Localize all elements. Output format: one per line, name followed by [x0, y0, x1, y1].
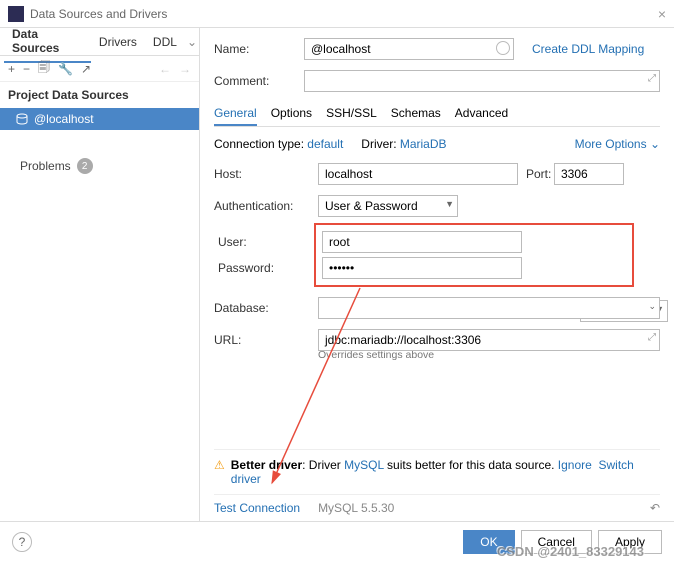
database-label: Database: [214, 301, 318, 315]
tab-drivers[interactable]: Drivers [91, 29, 145, 55]
problems-label: Problems [20, 159, 71, 173]
warning-banner: ⚠ Better driver: Driver MySQL suits bett… [214, 449, 660, 494]
password-input[interactable] [322, 257, 522, 279]
section-header: Project Data Sources [0, 82, 199, 108]
db-version: MySQL 5.5.30 [318, 501, 394, 515]
footer: ? OK Cancel Apply [0, 521, 674, 561]
user-label: User: [218, 235, 322, 249]
host-label: Host: [214, 167, 318, 181]
subtab-ssh[interactable]: SSH/SSL [326, 102, 377, 126]
window-title: Data Sources and Drivers [30, 7, 167, 21]
revert-icon[interactable]: ↶ [650, 501, 660, 515]
back-icon[interactable]: ← [159, 62, 171, 76]
apply-button[interactable]: Apply [598, 530, 662, 554]
test-connection-link[interactable]: Test Connection [214, 501, 300, 515]
datasource-label: @localhost [34, 112, 94, 126]
port-label: Port: [518, 167, 554, 181]
conn-type-value[interactable]: default [307, 137, 343, 151]
ok-button[interactable]: OK [463, 530, 514, 554]
titlebar: Data Sources and Drivers × [0, 0, 674, 28]
make-global-icon[interactable]: ↗ [81, 62, 91, 76]
expand-icon[interactable]: ⤢ [648, 332, 656, 343]
datasource-item[interactable]: @localhost [0, 108, 199, 130]
password-label: Password: [218, 261, 322, 275]
warning-icon: ⚠ [214, 458, 225, 486]
add-icon[interactable]: + [8, 62, 15, 76]
close-icon[interactable]: × [658, 6, 666, 22]
remove-icon[interactable]: − [23, 62, 30, 76]
port-input[interactable] [554, 163, 624, 185]
left-tabs: Data Sources Drivers DDL ⌄ [0, 28, 199, 56]
warn-title: Better driver [231, 458, 302, 472]
wrench-icon[interactable]: 🔧 [58, 62, 73, 76]
cancel-button[interactable]: Cancel [521, 530, 592, 554]
database-input[interactable] [318, 297, 660, 319]
problems-badge: 2 [77, 158, 93, 174]
conn-type-label: Connection type: [214, 137, 304, 151]
subtab-schemas[interactable]: Schemas [391, 102, 441, 126]
url-label: URL: [214, 333, 318, 347]
tab-ddl[interactable]: DDL [145, 29, 185, 55]
host-input[interactable] [318, 163, 518, 185]
driver-label: Driver: [361, 137, 396, 151]
help-button[interactable]: ? [12, 532, 32, 552]
database-icon [16, 113, 28, 125]
left-panel: Data Sources Drivers DDL ⌄ + − 🗐 🔧 ↗ ← →… [0, 28, 200, 521]
url-input[interactable]: jdbc:mariadb://localhost:3306 ⤢ [318, 329, 660, 351]
color-circle-icon[interactable] [496, 41, 510, 55]
copy-icon[interactable]: 🗐 [38, 58, 50, 79]
expand-icon[interactable]: ⤢ [648, 73, 656, 84]
auth-select[interactable] [318, 195, 458, 217]
create-ddl-link[interactable]: Create DDL Mapping [532, 42, 644, 56]
app-icon [8, 6, 24, 22]
name-input[interactable] [304, 38, 514, 60]
ignore-link[interactable]: Ignore [558, 458, 592, 472]
subtab-general[interactable]: General [214, 102, 257, 126]
subtabs: General Options SSH/SSL Schemas Advanced [214, 102, 660, 127]
problems-item[interactable]: Problems 2 [0, 150, 199, 182]
subtab-options[interactable]: Options [271, 102, 312, 126]
comment-input[interactable]: ⤢ [304, 70, 660, 92]
name-label: Name: [214, 42, 304, 56]
auth-label: Authentication: [214, 199, 318, 213]
subtab-advanced[interactable]: Advanced [455, 102, 508, 126]
user-input[interactable] [322, 231, 522, 253]
warn-mysql-link[interactable]: MySQL [344, 458, 384, 472]
chevron-down-icon[interactable]: ⌄ [185, 35, 199, 49]
forward-icon[interactable]: → [179, 62, 191, 76]
driver-value[interactable]: MariaDB [400, 137, 447, 151]
comment-label: Comment: [214, 74, 304, 88]
more-options-link[interactable]: More Options ⌄ [575, 137, 660, 151]
left-toolbar: + − 🗐 🔧 ↗ ← → [0, 56, 199, 82]
right-panel: Name: Create DDL Mapping Comment: ⤢ Gene… [200, 28, 674, 521]
